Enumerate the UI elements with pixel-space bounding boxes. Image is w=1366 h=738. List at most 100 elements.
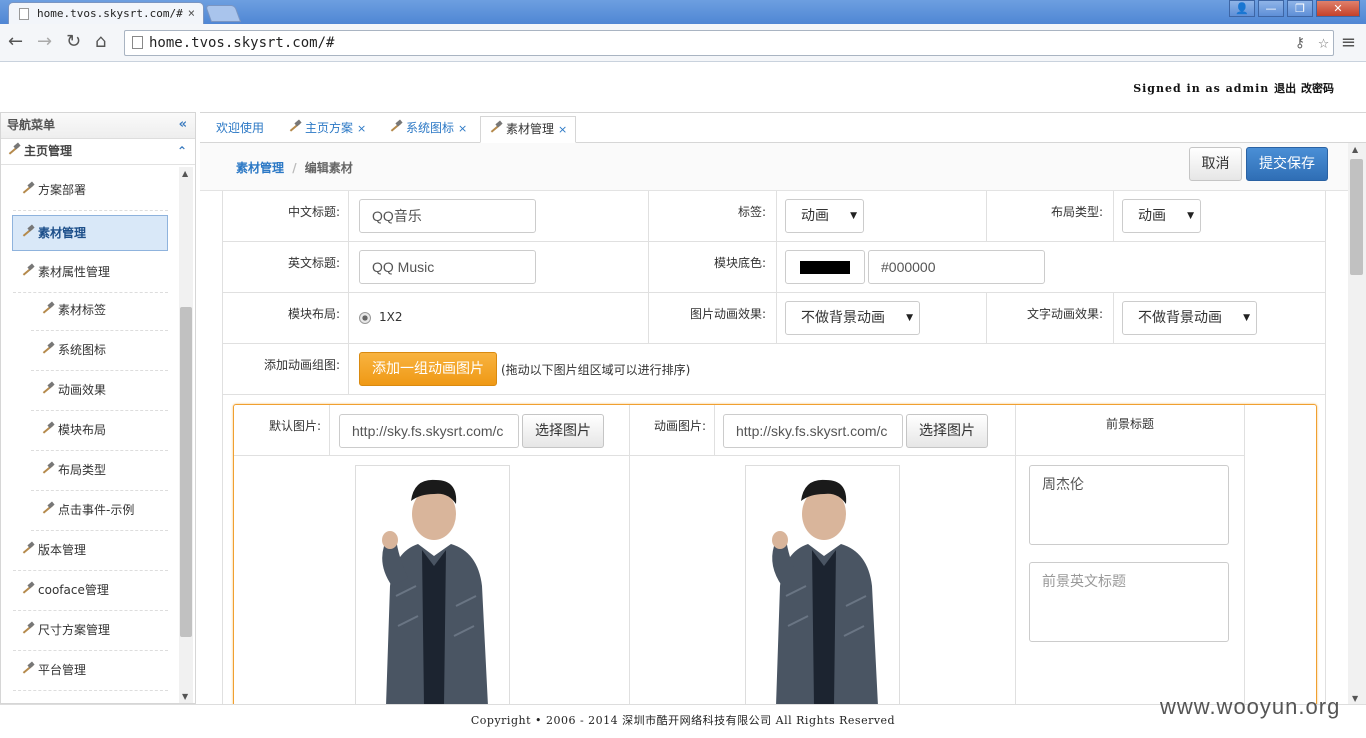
- tab-material[interactable]: 素材管理 ×: [480, 116, 577, 143]
- page-icon: [19, 7, 29, 20]
- form-row: 英文标题: QQ Music 模块底色: #000000: [223, 242, 1325, 293]
- text-anim-select[interactable]: 不做背景动画 ▼: [1122, 301, 1257, 335]
- sidebar-item-label: 布局类型: [58, 463, 107, 477]
- person-photo: [746, 466, 899, 704]
- label-cell: 标签:: [649, 191, 777, 242]
- scroll-down-icon[interactable]: ▼: [182, 692, 188, 701]
- tab-welcome[interactable]: 欢迎使用: [208, 116, 272, 143]
- close-icon[interactable]: ×: [458, 122, 467, 135]
- form-row: 模块布局: 1X2 图片动画效果: 不做背景动画 ▼ 文字动画效果: 不做背景动画…: [223, 293, 1325, 344]
- sidebar-item-layout-type[interactable]: 布局类型: [31, 451, 168, 491]
- new-tab-button[interactable]: [204, 5, 242, 22]
- sidebar-list: 方案部署 素材管理 素材属性管理 素材标签 系统图标 动画效果 模块布局 布局类…: [1, 167, 179, 703]
- layout-type-select[interactable]: 动画 ▼: [1122, 199, 1201, 233]
- close-window-button[interactable]: ✕: [1316, 0, 1360, 17]
- hammer-icon: [41, 383, 55, 395]
- scrollbar-thumb[interactable]: [180, 307, 192, 637]
- default-image-url-input[interactable]: http://sky.fs.skysrt.com/c: [339, 414, 519, 448]
- menu-icon[interactable]: ≡: [1341, 32, 1356, 53]
- img-anim-value: 不做背景动画: [801, 310, 885, 326]
- cn-title-input[interactable]: QQ音乐: [359, 199, 536, 233]
- en-title-input[interactable]: QQ Music: [359, 250, 536, 284]
- sidebar-item-plan-deploy[interactable]: 方案部署: [13, 171, 168, 211]
- hammer-icon: [21, 623, 35, 635]
- sidebar-item-animation[interactable]: 动画效果: [31, 371, 168, 411]
- logout-link[interactable]: 退出: [1274, 82, 1296, 95]
- chevron-down-icon: ▼: [906, 313, 913, 323]
- restore-button[interactable]: ❐: [1287, 0, 1313, 17]
- sidebar-item-size-plan[interactable]: 尺寸方案管理: [13, 611, 168, 651]
- chevron-down-icon: ▼: [1243, 313, 1250, 323]
- scroll-up-icon[interactable]: ▲: [1352, 145, 1358, 154]
- hammer-icon: [21, 265, 35, 277]
- browser-tab-title: home.tvos.skysrt.com/#: [37, 7, 183, 20]
- minimize-button[interactable]: —: [1258, 0, 1284, 17]
- hammer-icon: [489, 122, 503, 134]
- hammer-icon: [41, 303, 55, 315]
- fg-en-title-textarea[interactable]: 前景英文标题: [1029, 562, 1229, 642]
- sidebar: 导航菜单 « 主页管理 ⌃ 方案部署 素材管理 素材属性管理 素材标签 系统图标…: [0, 112, 196, 704]
- collapse-icon[interactable]: «: [179, 113, 187, 137]
- sidebar-scrollbar[interactable]: ▲ ▼: [179, 167, 193, 703]
- chevron-up-icon[interactable]: ⌃: [177, 139, 187, 163]
- pick-anim-image-button[interactable]: 选择图片: [906, 414, 988, 448]
- address-bar[interactable]: home.tvos.skysrt.com/# ⚷ ☆: [124, 30, 1334, 56]
- close-icon[interactable]: ×: [558, 123, 567, 136]
- sidebar-item-material-tag[interactable]: 素材标签: [31, 291, 168, 331]
- breadcrumb: 素材管理 / 编辑素材: [236, 159, 353, 176]
- layout-type-value: 动画: [1138, 208, 1166, 224]
- color-swatch-fill: [800, 261, 850, 274]
- change-password-link[interactable]: 改密码: [1301, 82, 1334, 95]
- sidebar-item-system-icon[interactable]: 系统图标: [31, 331, 168, 371]
- add-group-label: 添加动画组图:: [263, 358, 340, 372]
- sidebar-item-block-layout[interactable]: 模块布局: [31, 411, 168, 451]
- sidebar-item-material-attr[interactable]: 素材属性管理: [13, 253, 168, 293]
- img-anim-select[interactable]: 不做背景动画 ▼: [785, 301, 920, 335]
- sidebar-item-version[interactable]: 版本管理: [13, 531, 168, 571]
- tab-close-icon[interactable]: ×: [188, 6, 195, 20]
- bookmark-star-icon[interactable]: ☆: [1318, 31, 1329, 55]
- home-icon[interactable]: ⌂: [95, 31, 106, 53]
- back-arrow-icon[interactable]: ←: [8, 31, 23, 53]
- user-icon[interactable]: 👤: [1229, 0, 1255, 17]
- cancel-button[interactable]: 取消: [1189, 147, 1242, 181]
- forward-arrow-icon[interactable]: →: [37, 31, 52, 53]
- anim-image-url-input[interactable]: http://sky.fs.skysrt.com/c: [723, 414, 903, 448]
- tab-label: 主页方案: [305, 121, 354, 135]
- url-text: home.tvos.skysrt.com/#: [149, 35, 335, 51]
- fg-title-header: 前景标题: [1105, 417, 1154, 431]
- sidebar-item-material[interactable]: 素材管理: [12, 215, 168, 251]
- close-icon[interactable]: ×: [357, 122, 366, 135]
- sidebar-group-home[interactable]: 主页管理 ⌃: [1, 139, 195, 165]
- browser-tab[interactable]: home.tvos.skysrt.com/# ×: [8, 2, 204, 24]
- add-animation-group-button[interactable]: 添加一组动画图片: [359, 352, 497, 386]
- sidebar-item-platform[interactable]: 平台管理: [13, 651, 168, 691]
- color-swatch[interactable]: [785, 250, 865, 284]
- pick-default-image-button[interactable]: 选择图片: [522, 414, 604, 448]
- main-scrollbar[interactable]: ▲ ▼: [1348, 143, 1366, 705]
- tab-system-icon[interactable]: 系统图标 ×: [381, 116, 475, 143]
- anim-image-cell: [630, 456, 1016, 705]
- animation-image-group[interactable]: 默认图片: http://sky.fs.skysrt.com/c 选择图片 动画…: [233, 404, 1317, 705]
- tag-select-value: 动画: [801, 208, 829, 224]
- fg-title-textarea[interactable]: 周杰伦: [1029, 465, 1229, 545]
- key-icon[interactable]: ⚷: [1295, 31, 1305, 55]
- anim-image-preview[interactable]: [745, 465, 900, 705]
- default-image-preview[interactable]: [355, 465, 510, 705]
- tag-select[interactable]: 动画 ▼: [785, 199, 864, 233]
- hammer-icon: [41, 423, 55, 435]
- hammer-icon: [288, 121, 302, 133]
- scrollbar-thumb[interactable]: [1350, 159, 1363, 275]
- input-cell: QQ Music: [349, 242, 649, 293]
- bg-color-input[interactable]: #000000: [868, 250, 1045, 284]
- scroll-down-icon[interactable]: ▼: [1352, 694, 1358, 703]
- sidebar-item-cooface[interactable]: cooface管理: [13, 571, 168, 611]
- layout-radio[interactable]: [359, 312, 371, 324]
- save-button[interactable]: 提交保存: [1246, 147, 1328, 181]
- tab-home-plan[interactable]: 主页方案 ×: [280, 116, 374, 143]
- scroll-up-icon[interactable]: ▲: [182, 169, 188, 178]
- chevron-down-icon: ▼: [850, 211, 857, 221]
- breadcrumb-root[interactable]: 素材管理: [236, 161, 284, 175]
- reload-icon[interactable]: ↻: [66, 31, 81, 53]
- sidebar-item-click-event[interactable]: 点击事件-示例: [31, 491, 168, 531]
